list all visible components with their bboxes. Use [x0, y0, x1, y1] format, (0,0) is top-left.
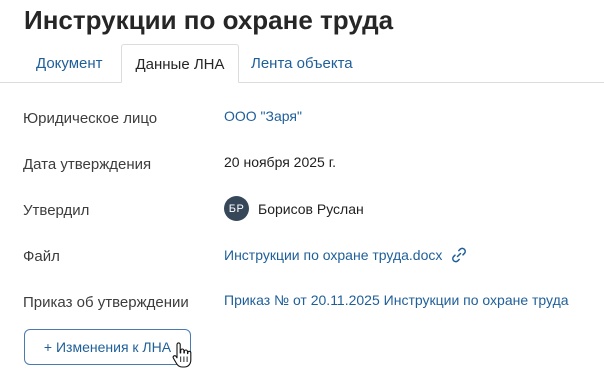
tab-bar: Документ Данные ЛНА Лента объекта — [0, 44, 604, 83]
tab-lna-data[interactable]: Данные ЛНА — [121, 44, 239, 83]
approver[interactable]: БР Борисов Руслан — [224, 196, 364, 221]
field-approval-order: Приказ об утверждении Приказ № от 20.11.… — [0, 292, 604, 318]
approval-order-link[interactable]: Приказ № от 20.11.2025 Инструкции по охр… — [224, 292, 569, 308]
field-label: Утвердил — [23, 202, 90, 219]
file-link[interactable]: Инструкции по охране труда.docx — [224, 246, 468, 264]
legal-entity-link[interactable]: ООО "Заря" — [224, 108, 302, 124]
link-icon[interactable] — [450, 246, 468, 264]
approver-name: Борисов Руслан — [258, 200, 364, 217]
field-legal-entity: Юридическое лицо ООО "Заря" — [0, 108, 604, 134]
add-changes-button[interactable]: + Изменения к ЛНА — [24, 329, 191, 365]
avatar: БР — [224, 196, 249, 221]
approval-date-value: 20 ноября 2025 г. — [224, 154, 336, 170]
field-file: Файл Инструкции по охране труда.docx — [0, 246, 604, 272]
hand-cursor-icon — [172, 342, 192, 368]
file-name: Инструкции по охране труда.docx — [224, 247, 443, 263]
field-label: Дата утверждения — [23, 156, 152, 173]
field-approved-by: Утвердил БР Борисов Руслан — [0, 196, 604, 226]
page-title: Инструкции по охране труда — [24, 5, 394, 35]
field-label: Файл — [23, 248, 60, 265]
field-approval-date: Дата утверждения 20 ноября 2025 г. — [0, 154, 604, 180]
field-label: Юридическое лицо — [23, 110, 158, 127]
tab-document[interactable]: Документ — [36, 44, 103, 82]
field-label: Приказ об утверждении — [23, 294, 189, 311]
tab-object-feed[interactable]: Лента объекта — [251, 44, 353, 82]
